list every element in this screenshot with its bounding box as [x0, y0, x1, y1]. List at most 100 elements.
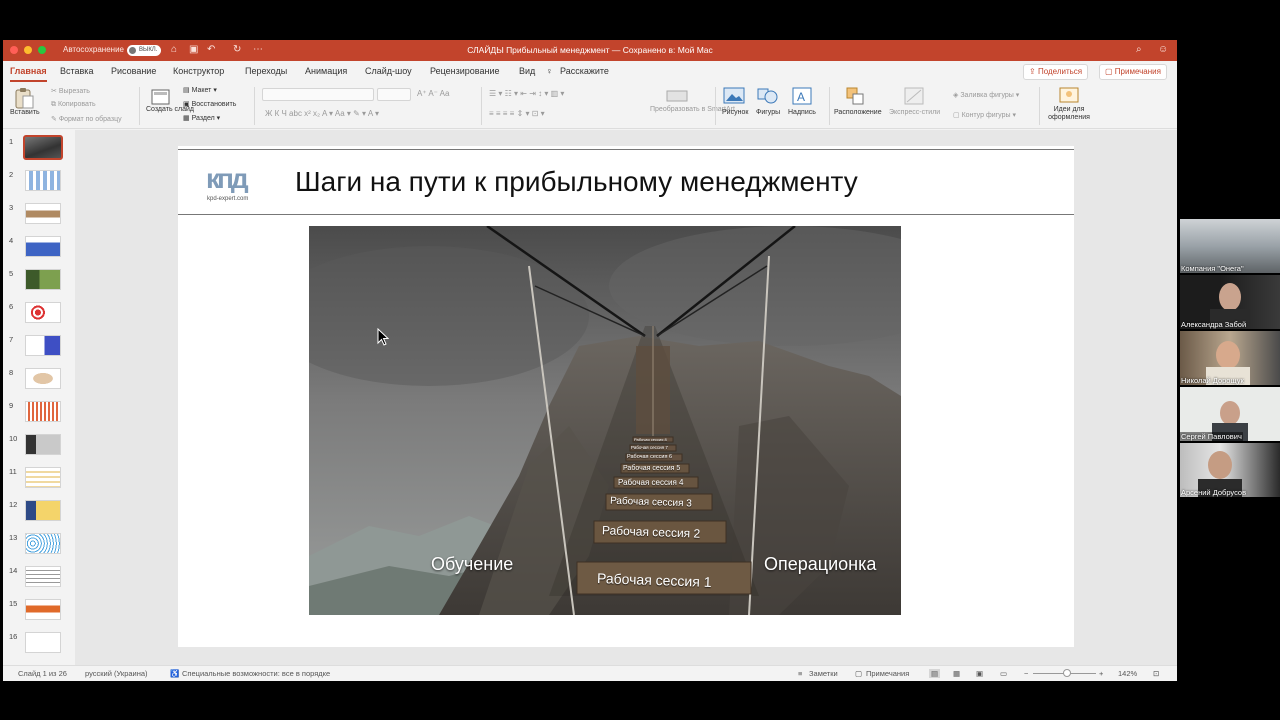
font-size-buttons[interactable]: A⁺ A⁻ Aa	[417, 89, 449, 98]
thumbnail-slide-14[interactable]: 14	[3, 565, 75, 597]
participant-tile[interactable]: Сергей Павлович	[1180, 387, 1280, 441]
thumbnail-number: 15	[9, 599, 18, 608]
thumbnail-slide-13[interactable]: 13	[3, 532, 75, 564]
cut-button[interactable]: ✂ Вырезать	[51, 87, 90, 95]
slide-canvas[interactable]: кпд kpd-expert.com Шаги на пути к прибыл…	[178, 146, 1074, 647]
bridge-photo[interactable]: Рабочая сессия 1 Рабочая сессия 2 Рабоча…	[309, 226, 901, 615]
arrange-icon[interactable]	[845, 86, 869, 106]
tab-home[interactable]: Главная	[10, 66, 47, 82]
copy-label: Копировать	[57, 101, 96, 108]
tab-design[interactable]: Конструктор	[173, 66, 224, 76]
fit-to-window-icon[interactable]: ⊡	[1153, 669, 1159, 678]
participant-tile[interactable]: Николай Дорощук	[1180, 331, 1280, 385]
normal-view-icon[interactable]: ▤	[929, 669, 941, 678]
tab-view[interactable]: Вид	[519, 66, 535, 76]
list-buttons[interactable]: ☰ ▾ ☷ ▾ ⇤ ⇥ ↕ ▾ ▥ ▾	[489, 89, 564, 98]
participant-tile[interactable]: Компания "Онега"	[1180, 219, 1280, 273]
tab-insert[interactable]: Вставка	[60, 66, 93, 76]
language-indicator[interactable]: русский (Украина)	[85, 669, 148, 678]
picture-label[interactable]: Рисунок	[722, 109, 748, 116]
textbox-label[interactable]: Надпись	[788, 109, 816, 116]
share-button[interactable]: ⇪ Поделиться	[1023, 64, 1089, 80]
layout-button[interactable]: ▤ Макет ▾	[183, 86, 217, 94]
comments-button[interactable]: ▢ Примечания	[1099, 64, 1167, 80]
thumbnail-slide-15[interactable]: 15	[3, 598, 75, 630]
svg-text:A: A	[797, 90, 805, 104]
thumbnail-slide-10[interactable]: 10	[3, 433, 75, 465]
textbox-icon[interactable]: A	[791, 86, 813, 106]
new-slide-icon[interactable]	[150, 86, 172, 108]
copy-button[interactable]: ⧉ Копировать	[51, 101, 96, 109]
sorter-view-icon[interactable]: ▦	[953, 669, 960, 678]
tab-slideshow[interactable]: Слайд-шоу	[365, 66, 412, 76]
zoom-out-button[interactable]: −	[1024, 669, 1028, 678]
paste-label[interactable]: Вставить	[10, 109, 40, 116]
thumbnail-image	[25, 500, 61, 521]
arrange-label[interactable]: Расположение	[834, 109, 882, 116]
shapes-icon[interactable]	[756, 86, 780, 106]
plank-label: Рабочая сессия 5	[623, 465, 681, 472]
slide-editor: кпд kpd-expert.com Шаги на пути к прибыл…	[75, 130, 1177, 665]
thumbnail-slide-16[interactable]: 16	[3, 631, 75, 663]
tab-draw[interactable]: Рисование	[111, 66, 156, 76]
accessibility-status[interactable]: Специальные возможности: все в порядке	[182, 669, 330, 678]
format-painter-button[interactable]: ✎ Формат по образцу	[51, 115, 122, 123]
shapes-label[interactable]: Фигуры	[756, 109, 780, 116]
font-size-dropdown[interactable]	[377, 88, 411, 101]
zoom-level[interactable]: 142%	[1118, 669, 1137, 678]
thumbnail-slide-8[interactable]: 8	[3, 367, 75, 399]
thumbnail-slide-7[interactable]: 7	[3, 334, 75, 366]
smartart-icon[interactable]	[665, 87, 689, 105]
express-styles-label[interactable]: Экспресс-стили	[889, 109, 940, 116]
zoom-in-button[interactable]: +	[1099, 669, 1103, 678]
participant-tile[interactable]: Александра Забой	[1180, 275, 1280, 329]
thumbnail-image	[25, 401, 61, 422]
thumbnail-slide-9[interactable]: 9	[3, 400, 75, 432]
share-people-icon[interactable]: ☺	[1158, 44, 1168, 55]
divider	[139, 87, 140, 125]
shape-fill-button[interactable]: ◈ Заливка фигуры ▾	[953, 91, 1019, 99]
alignment-buttons[interactable]: ≡ ≡ ≡ ≡ ⇕ ▾ ⊡ ▾	[489, 109, 545, 118]
thumbnail-slide-5[interactable]: 5	[3, 268, 75, 300]
thumbnail-slide-3[interactable]: 3	[3, 202, 75, 234]
design-ideas-icon[interactable]	[1058, 85, 1080, 105]
notes-button[interactable]: Заметки	[809, 669, 838, 678]
participant-name: Николай Дорощук	[1181, 376, 1244, 385]
reading-view-icon[interactable]: ▣	[976, 669, 983, 678]
slide-title[interactable]: Шаги на пути к прибыльному менеджменту	[295, 166, 858, 198]
thumbnail-slide-12[interactable]: 12	[3, 499, 75, 531]
kpd-logo: кпд	[206, 163, 252, 193]
tab-animations[interactable]: Анимация	[305, 66, 347, 76]
thumbnail-slide-1[interactable]: 1	[3, 135, 75, 168]
reset-button[interactable]: ▣ Восстановить	[183, 100, 236, 108]
tab-review[interactable]: Рецензирование	[430, 66, 500, 76]
comments-label: Примечания	[1114, 67, 1161, 76]
text-format-buttons[interactable]: Ж К Ч abc x² x₂ A ▾ Aa ▾ ✎ ▾ A ▾	[265, 109, 379, 118]
express-styles-icon[interactable]	[903, 86, 925, 106]
tab-transitions[interactable]: Переходы	[245, 66, 287, 76]
thumbnail-slide-4[interactable]: 4	[3, 235, 75, 267]
thumbnail-slide-6[interactable]: 6	[3, 301, 75, 333]
font-family-dropdown[interactable]	[262, 88, 374, 101]
thumbnail-image	[25, 467, 61, 488]
design-ideas-label[interactable]: Идеи для оформления	[1047, 106, 1091, 122]
thumbnail-image	[25, 269, 61, 290]
slide-thumbnail-pane: 1 2 3 4 5 6 7 8 9 10 11 12 13 14 15 16	[3, 130, 75, 665]
tell-me-box[interactable]: Расскажите	[560, 66, 609, 76]
search-icon[interactable]: ⌕	[1136, 44, 1142, 55]
zoom-slider-handle[interactable]	[1063, 669, 1071, 677]
thumbnail-number: 9	[9, 401, 14, 410]
thumbnail-slide-2[interactable]: 2	[3, 169, 75, 201]
participant-tile[interactable]: Арсений Добрусов	[1180, 443, 1280, 497]
thumbnail-number: 3	[9, 203, 14, 212]
comments-status-button[interactable]: Примечания	[866, 669, 909, 678]
paste-icon[interactable]	[13, 86, 35, 110]
picture-icon[interactable]	[723, 86, 745, 106]
mouse-cursor-icon	[377, 328, 389, 346]
thumbnail-slide-11[interactable]: 11	[3, 466, 75, 498]
shape-outline-button[interactable]: ▢ Контур фигуры ▾	[953, 111, 1016, 119]
shape-outline-label: Контур фигуры	[961, 112, 1011, 119]
section-button[interactable]: ▦ Раздел ▾	[183, 114, 220, 122]
slideshow-view-icon[interactable]: ▭	[1000, 669, 1007, 678]
cut-label: Вырезать	[58, 88, 90, 95]
